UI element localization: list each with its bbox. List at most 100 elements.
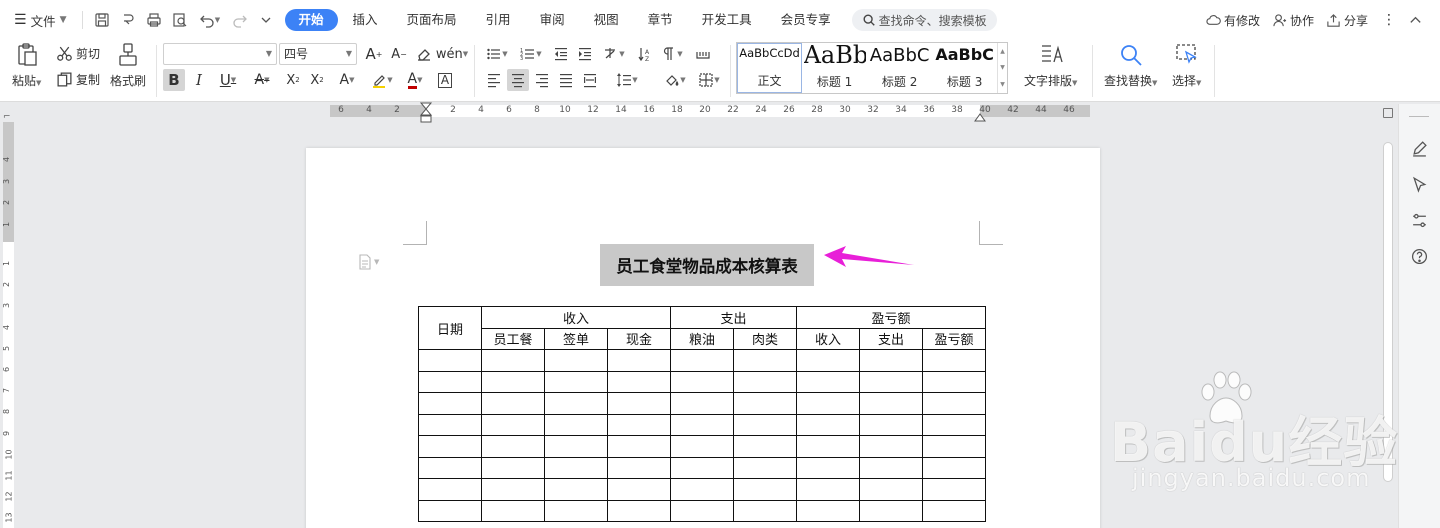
collapse-ribbon-icon[interactable] [1404, 13, 1430, 28]
table-cell[interactable] [418, 456, 482, 479]
table-cell[interactable] [418, 478, 482, 501]
horizontal-ruler[interactable]: 6 4 2 2 4 6 8 10 12 14 16 18 20 22 24 26 28 30 32 34 36 38 40 4… [0, 102, 1440, 124]
table-cell[interactable] [859, 499, 923, 522]
table-cell[interactable] [733, 499, 797, 522]
tab-references[interactable]: 引用 [472, 9, 525, 31]
date-header-cell[interactable]: 日期 [418, 306, 482, 350]
bullet-list-icon[interactable]: ▼ [483, 43, 511, 65]
tab-developer[interactable]: 开发工具 [688, 9, 766, 31]
subheader-cell[interactable]: 收入 [796, 327, 860, 350]
italic-button[interactable]: I [188, 69, 210, 91]
table-cell[interactable] [670, 370, 734, 393]
table-cell[interactable] [796, 392, 860, 415]
vertical-scrollbar[interactable] [1380, 104, 1396, 528]
collaborate-button[interactable]: 协作 [1266, 12, 1320, 29]
style-heading-1[interactable]: AaBb 标题 1 [802, 43, 867, 93]
font-color-button[interactable]: A ▼ [400, 69, 430, 91]
table-cell[interactable] [607, 499, 671, 522]
table-cell[interactable] [544, 478, 608, 501]
table-cell[interactable] [544, 370, 608, 393]
decrease-indent-icon[interactable] [550, 43, 572, 65]
print-icon[interactable] [141, 7, 167, 33]
style-normal[interactable]: AaBbCcDd 正文 [737, 43, 803, 93]
align-right-icon[interactable] [531, 69, 553, 91]
chinese-layout-icon[interactable]: ▼ [600, 43, 628, 65]
subheader-cell[interactable]: 盈亏额 [922, 327, 986, 350]
right-indent-marker-icon[interactable] [974, 112, 986, 122]
table-cell[interactable] [922, 435, 986, 458]
cost-table[interactable]: 日期 收入 支出 盈亏额 员工餐 签单 现金 粮油 肉类 收入 支出 盈亏额 [418, 306, 986, 522]
table-cell[interactable] [922, 349, 986, 372]
tab-member[interactable]: 会员专享 [767, 9, 845, 31]
numbered-list-icon[interactable]: 1 2 3 ▼ [517, 43, 545, 65]
table-cell[interactable] [544, 435, 608, 458]
subheader-cell[interactable]: 肉类 [733, 327, 797, 350]
find-replace-button[interactable]: 查找替换▼ [1104, 42, 1157, 89]
income-group-header[interactable]: 收入 [481, 306, 671, 329]
table-cell[interactable] [607, 370, 671, 393]
modified-status-button[interactable]: 有修改 [1200, 12, 1266, 29]
table-cell[interactable] [670, 456, 734, 479]
edit-icon[interactable] [1409, 138, 1429, 158]
table-cell[interactable] [733, 370, 797, 393]
align-center-icon[interactable] [507, 69, 529, 91]
text-effect-button[interactable]: A ▼ [332, 69, 362, 91]
table-cell[interactable] [733, 478, 797, 501]
justify-icon[interactable] [555, 69, 577, 91]
style-heading-2[interactable]: AaBbC 标题 2 [867, 43, 932, 93]
undo-history-icon[interactable] [115, 7, 141, 33]
borders-icon[interactable]: ▼ [694, 69, 724, 91]
text-layout-button[interactable]: 文字排版▼ [1024, 42, 1077, 89]
table-cell[interactable] [859, 413, 923, 436]
table-cell[interactable] [607, 349, 671, 372]
undo-icon[interactable]: ▼ [193, 7, 227, 33]
tab-review[interactable]: 审阅 [526, 9, 579, 31]
table-cell[interactable] [796, 413, 860, 436]
table-cell[interactable] [544, 499, 608, 522]
table-cell[interactable] [796, 499, 860, 522]
table-cell[interactable] [544, 349, 608, 372]
table-cell[interactable] [607, 478, 671, 501]
table-cell[interactable] [796, 456, 860, 479]
redo-icon[interactable] [227, 7, 253, 33]
paste-button[interactable]: 粘贴▼ [12, 42, 41, 89]
table-cell[interactable] [607, 456, 671, 479]
table-cell[interactable] [922, 499, 986, 522]
indent-marker-icon[interactable] [419, 102, 433, 124]
help-icon[interactable] [1409, 246, 1429, 266]
tab-page-layout[interactable]: 页面布局 [393, 9, 471, 31]
save-icon[interactable] [89, 7, 115, 33]
strikethrough-button[interactable]: A ▼ [247, 69, 277, 91]
table-cell[interactable] [733, 349, 797, 372]
table-cell[interactable] [670, 499, 734, 522]
file-menu[interactable]: ☰ 文件 ▼ [0, 7, 76, 33]
tab-view[interactable]: 视图 [580, 9, 633, 31]
table-cell[interactable] [607, 392, 671, 415]
table-cell[interactable] [481, 349, 545, 372]
table-cell[interactable] [670, 413, 734, 436]
table-cell[interactable] [859, 349, 923, 372]
table-cell[interactable] [733, 392, 797, 415]
chevron-up-icon[interactable]: ▲ [1000, 48, 1005, 55]
tab-selector-icon[interactable]: ⌐ [3, 112, 11, 122]
table-cell[interactable] [418, 392, 482, 415]
table-cell[interactable] [733, 413, 797, 436]
tab-home[interactable]: 开始 [284, 9, 338, 31]
phonetic-guide-button[interactable]: wén ▼ [436, 43, 468, 65]
settings-sliders-icon[interactable] [1409, 210, 1429, 230]
select-button[interactable]: 选择▼ [1172, 42, 1201, 89]
table-cell[interactable] [859, 478, 923, 501]
align-left-icon[interactable] [483, 69, 505, 91]
line-spacing-icon[interactable]: ▼ [612, 69, 642, 91]
underline-button[interactable]: U ▼ [213, 69, 243, 91]
table-cell[interactable] [733, 435, 797, 458]
styles-scroll[interactable]: ▲ ▼ ▼ [997, 43, 1007, 93]
table-cell[interactable] [796, 435, 860, 458]
expense-group-header[interactable]: 支出 [670, 306, 797, 329]
table-cell[interactable] [481, 478, 545, 501]
table-cell[interactable] [544, 456, 608, 479]
font-size-combo[interactable]: 四号 ▼ [279, 43, 357, 65]
sort-icon[interactable]: AZ [634, 43, 656, 65]
paragraph-menu-icon[interactable]: ▼ [358, 254, 379, 270]
table-cell[interactable] [670, 478, 734, 501]
